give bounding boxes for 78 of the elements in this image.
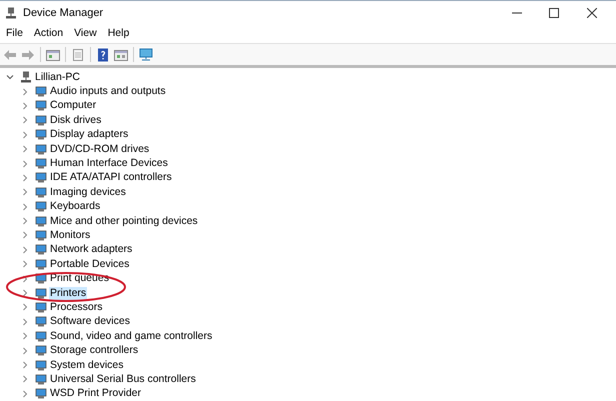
chevron-right-icon[interactable] [21, 318, 29, 326]
tree-item[interactable]: System devices [49, 358, 125, 372]
chevron-down-icon[interactable] [6, 73, 14, 82]
window-title: Device Manager [23, 6, 104, 21]
device-icon [35, 288, 47, 299]
tree-item[interactable]: Computer [49, 99, 98, 112]
device-icon [35, 144, 47, 155]
chevron-right-icon[interactable] [21, 303, 29, 312]
tree-item[interactable]: Universal Serial Bus controllers [49, 372, 197, 386]
chevron-right-icon[interactable] [21, 346, 29, 355]
device-icon [35, 258, 47, 270]
tree-item[interactable]: Mice and other pointing devices [49, 214, 199, 228]
chevron-right-icon[interactable] [21, 102, 29, 110]
tree-item[interactable]: Audio inputs and outputs [49, 85, 167, 98]
device-icon [35, 186, 47, 198]
tree-item[interactable]: Storage controllers [49, 344, 140, 358]
device-icon [35, 345, 47, 356]
device-icon [35, 302, 47, 313]
tree-item[interactable]: Display adapters [49, 128, 130, 142]
chevron-right-icon[interactable] [21, 217, 29, 226]
chevron-right-icon[interactable] [21, 188, 29, 196]
chevron-right-icon[interactable] [21, 88, 29, 96]
tree-item[interactable]: DVD/CD-ROM drives [49, 142, 150, 156]
chevron-right-icon[interactable] [21, 174, 29, 182]
tree-item[interactable]: Processors [49, 300, 104, 314]
tree-item[interactable]: Network adapters [49, 243, 134, 256]
chevron-right-icon[interactable] [21, 361, 29, 369]
device-icon [35, 244, 47, 256]
chevron-right-icon[interactable] [21, 160, 29, 168]
device-icon [35, 158, 47, 170]
menu-item[interactable]: Help [108, 26, 130, 42]
chevron-right-icon[interactable] [21, 231, 29, 240]
monitor-icon[interactable] [138, 46, 154, 62]
chevron-right-icon[interactable] [21, 145, 29, 154]
tree-item[interactable]: IDE ATA/ATAPI controllers [49, 171, 173, 184]
device-icon [35, 86, 47, 98]
device-icon [35, 172, 47, 184]
tree-item[interactable]: Imaging devices [49, 186, 127, 199]
tree-item[interactable]: Monitors [49, 228, 92, 242]
device-icon [35, 114, 47, 126]
device-icon [35, 360, 47, 370]
device-icon [35, 388, 47, 400]
chevron-right-icon[interactable] [21, 130, 29, 139]
device-icon [35, 330, 47, 342]
chevron-right-icon[interactable] [21, 274, 29, 283]
chevron-right-icon[interactable] [21, 246, 29, 254]
chevron-right-icon[interactable] [21, 332, 29, 340]
tree-item[interactable]: Disk drives [49, 114, 102, 127]
document-icon[interactable] [70, 46, 86, 62]
device-icon [35, 129, 47, 140]
chevron-right-icon[interactable] [21, 375, 29, 384]
network-computer-icon [20, 71, 32, 84]
menu-item[interactable]: File [6, 26, 23, 42]
menu-item[interactable]: View [74, 26, 97, 42]
device-icon [35, 374, 47, 385]
maximize-icon [549, 8, 559, 18]
chevron-right-icon[interactable] [21, 202, 29, 211]
close-icon [587, 8, 597, 18]
device-icon [35, 216, 47, 227]
menu-item[interactable]: Action [34, 26, 64, 42]
tree-item[interactable]: Keyboards [49, 200, 102, 214]
device-icon [35, 100, 47, 112]
chevron-right-icon[interactable] [21, 390, 29, 398]
tree-item[interactable]: Portable Devices [49, 258, 130, 271]
tree-item[interactable]: Printers [49, 286, 88, 300]
tree-item[interactable]: Human Interface Devices [49, 157, 169, 170]
app-icon [5, 7, 17, 19]
device-icon [35, 230, 47, 241]
chevron-right-icon[interactable] [21, 116, 29, 124]
tree-item[interactable]: Sound, video and game controllers [49, 330, 214, 343]
tree-item[interactable]: Software devices [49, 315, 131, 328]
tree-item[interactable]: WSD Print Provider [49, 387, 142, 400]
tree-item[interactable]: Lillian-PC [34, 70, 81, 84]
chevron-right-icon[interactable] [21, 260, 29, 268]
chevron-right-icon[interactable] [21, 289, 29, 298]
device-icon [35, 201, 47, 212]
help-icon[interactable] [95, 46, 111, 62]
device-icon [35, 316, 47, 328]
